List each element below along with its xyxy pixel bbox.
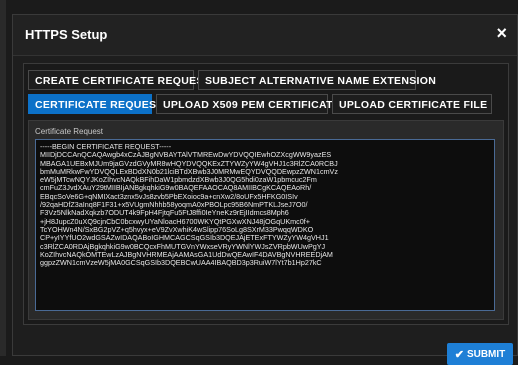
tab-subject-alternative-name-extension[interactable]: SUBJECT ALTERNATIVE NAME EXTENSION	[198, 70, 436, 90]
modal-content: CREATE CERTIFICATE REQUEST SUBJECT ALTER…	[23, 63, 509, 325]
check-icon: ✔	[454, 348, 464, 361]
modal-header: HTTPS Setup ×	[13, 15, 517, 56]
submit-label: SUBMIT	[466, 348, 506, 360]
certificate-request-label: Certificate Request	[35, 127, 104, 136]
tab-certificate-request[interactable]: CERTIFICATE REQUEST	[28, 94, 163, 114]
tab-create-certificate-request[interactable]: CREATE CERTIFICATE REQUEST	[28, 70, 210, 90]
modal-title: HTTPS Setup	[25, 27, 108, 42]
close-icon[interactable]: ×	[496, 23, 507, 44]
certificate-request-panel: Certificate Request -----BEGIN CERTIFICA…	[28, 120, 504, 320]
submit-button[interactable]: ✔ SUBMIT	[447, 343, 513, 365]
background-page-edge	[0, 0, 6, 356]
tab-upload-x509-pem-certificate[interactable]: UPLOAD X509 PEM CERTIFICATE	[156, 94, 340, 114]
certificate-request-textarea[interactable]: -----BEGIN CERTIFICATE REQUEST----- MIID…	[35, 139, 495, 311]
https-setup-modal: HTTPS Setup × CREATE CERTIFICATE REQUEST…	[12, 14, 518, 365]
tab-upload-certificate-file[interactable]: UPLOAD CERTIFICATE FILE	[332, 94, 492, 114]
